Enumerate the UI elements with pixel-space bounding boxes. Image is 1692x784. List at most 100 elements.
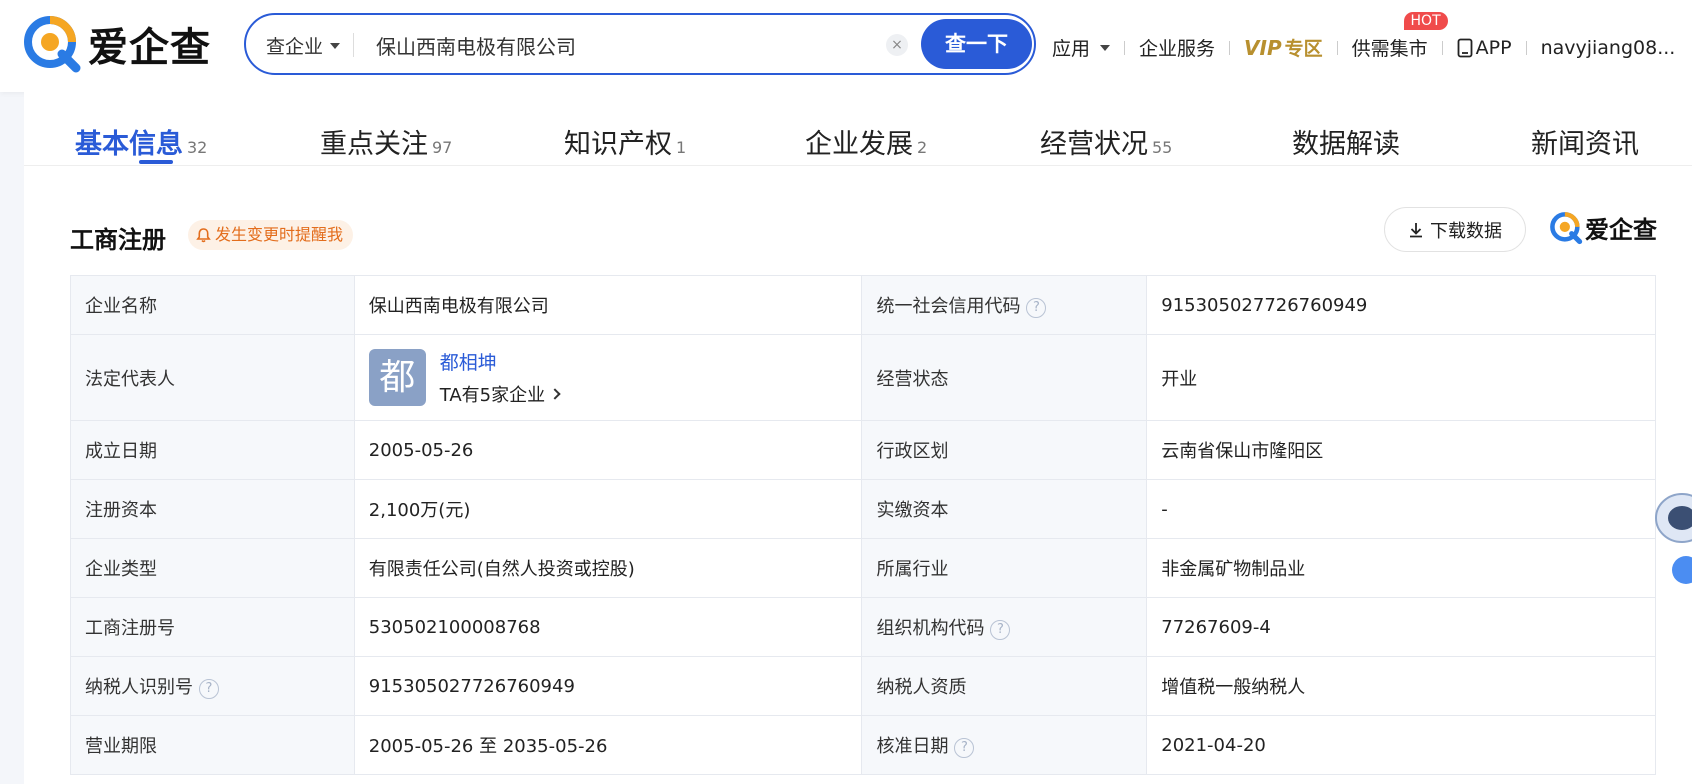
section-tabs: 基本信息 32 重点关注 97 知识产权 1 企业发展 2 经营状况 55 数据解读 新闻… — [24, 92, 1692, 166]
avatar[interactable]: 都 — [368, 349, 426, 406]
field-label: 核准日期? — [861, 715, 1148, 775]
tab-label: 新闻资讯 — [1531, 129, 1639, 160]
search-button[interactable]: 查一下 — [921, 19, 1032, 69]
tab-news[interactable]: 新闻资讯 — [1531, 122, 1639, 161]
tab-count: 1 — [676, 138, 687, 157]
user-menu[interactable]: navyjiang08... — [1541, 37, 1676, 59]
tab-label: 重点关注 — [320, 129, 428, 160]
logo-text: 爱企查 — [88, 25, 211, 71]
divider — [353, 33, 354, 57]
clear-icon[interactable]: × — [886, 34, 908, 56]
founded-date-value: 2005-05-26 — [353, 420, 863, 480]
paid-capital-value: - — [1146, 479, 1656, 539]
site-logo[interactable]: 爱企查 — [22, 14, 211, 74]
credit-code-value: 915305027726760949 — [1146, 275, 1656, 335]
top-bar: 爱企查 查企业 × 查一下 应用 企业服务 VIP 专区 供需集市 HOT — [0, 0, 1692, 92]
table-row: 法定代表人 都 都相坤 TA有5家企业 经营状态 开业 — [70, 334, 1656, 421]
tab-basic-info[interactable]: 基本信息 32 — [75, 122, 207, 161]
logo-icon — [1550, 211, 1583, 244]
logo-icon — [22, 14, 82, 74]
search-box: 查企业 × 查一下 — [244, 13, 1036, 75]
remind-label: 发生变更时提醒我 — [215, 225, 344, 244]
field-label: 经营状态 — [861, 334, 1148, 421]
divider — [1124, 40, 1126, 55]
legal-rep-cell: 都 都相坤 TA有5家企业 — [353, 334, 863, 421]
nav-supply-market[interactable]: 供需集市 HOT — [1351, 12, 1448, 61]
tab-operations[interactable]: 经营状况 55 — [1040, 122, 1172, 161]
nav-apps-label: 应用 — [1052, 38, 1091, 60]
field-label-text: 组织机构代码 — [876, 618, 985, 639]
table-row: 纳税人识别号? 915305027726760949 纳税人资质 增值税一般纳税… — [70, 656, 1656, 716]
vip-zone-label: 专区 — [1284, 38, 1323, 60]
nav-apps[interactable]: 应用 — [1052, 34, 1111, 61]
top-nav: 应用 企业服务 VIP 专区 供需集市 HOT APP navyjiang08.… — [1052, 12, 1676, 61]
tab-label: 数据解读 — [1292, 129, 1400, 160]
industry-value: 非金属矿物制品业 — [1146, 538, 1656, 598]
divider — [1525, 40, 1527, 55]
nav-enterprise-service[interactable]: 企业服务 — [1139, 34, 1215, 61]
tab-count: 32 — [187, 138, 208, 157]
field-label: 纳税人资质 — [861, 656, 1148, 716]
field-label-text: 核准日期 — [876, 736, 949, 757]
vip-label: VIP — [1244, 35, 1282, 60]
assistant-robot-icon[interactable] — [1652, 476, 1692, 596]
chevron-down-icon — [330, 42, 341, 49]
field-label: 实缴资本 — [861, 479, 1148, 539]
tab-development[interactable]: 企业发展 2 — [805, 122, 927, 161]
field-label: 纳税人识别号? — [70, 656, 355, 716]
field-label: 所属行业 — [861, 538, 1148, 598]
nav-app[interactable]: APP — [1457, 37, 1512, 59]
region-value: 云南省保山市隆阳区 — [1146, 420, 1656, 480]
tab-label: 经营状况 — [1040, 129, 1148, 160]
tab-data-insights[interactable]: 数据解读 — [1292, 122, 1400, 161]
download-label: 下载数据 — [1430, 220, 1502, 242]
tab-count: 55 — [1152, 138, 1173, 157]
legal-rep-name-link[interactable]: 都相坤 — [440, 348, 559, 375]
brand-watermark: 爱企查 — [1549, 210, 1657, 245]
business-term-value: 2005-05-26 至 2035-05-26 — [353, 715, 863, 775]
table-row: 成立日期 2005-05-26 行政区划 云南省保山市隆阳区 — [70, 420, 1656, 480]
nav-vip-zone[interactable]: VIP 专区 — [1244, 34, 1323, 61]
section-title: 工商注册 — [70, 226, 166, 254]
table-row: 工商注册号 530502100008768 组织机构代码? 77267609-4 — [70, 597, 1656, 657]
search-type-dropdown[interactable]: 查企业 — [266, 32, 341, 59]
table-row: 企业名称 保山西南电极有限公司 统一社会信用代码? 91530502772676… — [70, 275, 1656, 335]
field-label: 注册资本 — [70, 479, 355, 539]
taxpayer-id-value: 915305027726760949 — [353, 656, 863, 716]
chevron-down-icon — [1100, 44, 1111, 51]
active-tab-indicator — [139, 160, 173, 164]
divider — [1441, 40, 1443, 55]
download-icon — [1410, 222, 1422, 237]
field-label: 企业名称 — [70, 275, 355, 335]
tab-intellectual-property[interactable]: 知识产权 1 — [564, 122, 686, 161]
field-label: 法定代表人 — [70, 334, 355, 421]
help-icon[interactable]: ? — [990, 620, 1011, 640]
download-data-button[interactable]: 下载数据 — [1384, 207, 1526, 252]
divider — [1229, 40, 1231, 55]
org-code-value: 77267609-4 — [1146, 597, 1656, 657]
change-reminder-button[interactable]: 发生变更时提醒我 — [188, 220, 354, 250]
field-label: 工商注册号 — [70, 597, 355, 657]
related-companies-link[interactable]: TA有5家企业 — [439, 381, 561, 407]
supply-market-label: 供需集市 — [1351, 38, 1428, 60]
table-row: 企业类型 有限责任公司(自然人投资或控股) 所属行业 非金属矿物制品业 — [70, 538, 1656, 598]
help-icon[interactable]: ? — [954, 738, 975, 758]
legal-representative: 都 都相坤 TA有5家企业 — [368, 348, 848, 407]
field-label: 统一社会信用代码? — [861, 275, 1148, 335]
field-label: 营业期限 — [70, 715, 355, 775]
help-icon[interactable]: ? — [199, 679, 219, 699]
help-icon[interactable]: ? — [1026, 298, 1047, 318]
field-label-text: 纳税人识别号 — [85, 677, 193, 698]
field-label: 行政区划 — [861, 420, 1148, 480]
phone-icon — [1457, 38, 1473, 58]
tab-label: 企业发展 — [805, 129, 913, 160]
tab-key-focus[interactable]: 重点关注 97 — [320, 122, 452, 161]
search-input[interactable] — [376, 27, 876, 63]
company-name-value: 保山西南电极有限公司 — [353, 275, 863, 335]
approval-date-value: 2021-04-20 — [1146, 715, 1656, 775]
business-registration-panel: 工商注册 发生变更时提醒我 下载数据 爱企查 企业名称 保山西南电极有限公司 统… — [24, 166, 1692, 784]
related-companies-label: TA有5家企业 — [439, 385, 546, 406]
app-label: APP — [1475, 36, 1512, 59]
table-row: 营业期限 2005-05-26 至 2035-05-26 核准日期? 2021-… — [70, 715, 1656, 775]
company-type-value: 有限责任公司(自然人投资或控股) — [353, 538, 863, 598]
